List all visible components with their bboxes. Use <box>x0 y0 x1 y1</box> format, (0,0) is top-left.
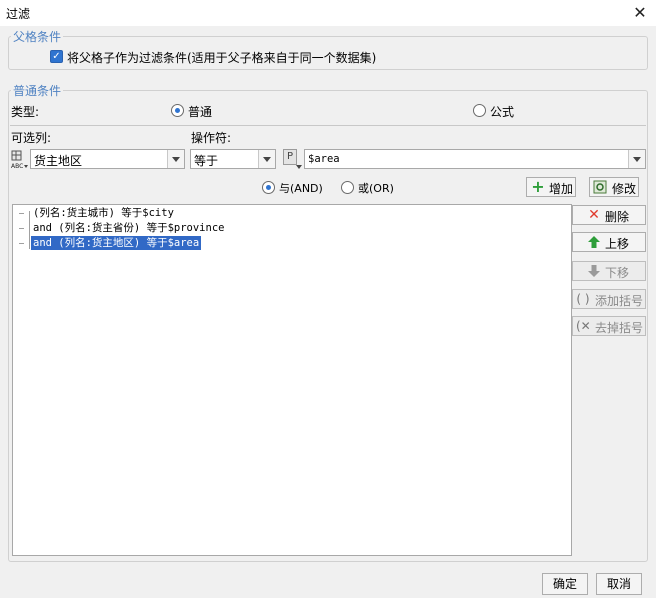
condition-list[interactable]: (列名:货主城市) 等于$city and (列名:货主省份) 等于$provi… <box>12 204 572 556</box>
parent-filter-checkbox-label: 将父格子作为过滤条件(适用于父子格来自于同一个数据集) <box>67 51 377 65</box>
normal-condition-legend: 普通条件 <box>11 82 64 99</box>
cancel-button[interactable]: 取消 <box>596 573 642 595</box>
radio-and[interactable] <box>262 181 275 194</box>
arrow-up-icon <box>587 235 601 249</box>
radio-formula[interactable] <box>473 104 486 117</box>
svg-text:ABC: ABC <box>11 163 23 170</box>
move-down-button[interactable]: 下移 <box>572 261 646 281</box>
delete-button-label: 删除 <box>605 210 630 224</box>
parent-condition-legend: 父格条件 <box>11 28 64 45</box>
delete-button[interactable]: ✕ 删除 <box>572 205 646 225</box>
move-up-button-label: 上移 <box>605 237 630 251</box>
radio-normal-label: 普通 <box>188 105 213 119</box>
ok-button[interactable]: 确定 <box>542 573 588 595</box>
condition-row[interactable]: and (列名:货主省份) 等于$province <box>33 221 224 235</box>
move-down-button-label: 下移 <box>605 266 630 280</box>
chevron-down-icon <box>167 150 184 168</box>
condition-row[interactable]: (列名:货主城市) 等于$city <box>33 206 174 220</box>
add-button[interactable]: + 增加 <box>526 177 576 197</box>
remove-parentheses-icon: (✕ <box>576 319 591 333</box>
radio-normal[interactable] <box>171 104 184 117</box>
parentheses-icon: ( ) <box>576 292 590 306</box>
radio-or[interactable] <box>341 181 354 194</box>
remove-paren-button[interactable]: (✕ 去掉括号 <box>572 316 646 336</box>
arrow-down-icon <box>587 264 601 278</box>
gear-icon <box>593 180 607 194</box>
tree-line <box>19 228 24 229</box>
remove-paren-button-label: 去掉括号 <box>595 321 644 335</box>
move-up-button[interactable]: 上移 <box>572 232 646 252</box>
column-type-icon[interactable]: ABC <box>10 149 30 171</box>
modify-button-label: 修改 <box>612 182 637 196</box>
radio-and-label: 与(AND) <box>279 182 323 195</box>
value-select[interactable]: $area <box>304 149 646 169</box>
operator-select-value: 等于 <box>194 154 219 168</box>
title-bar <box>0 0 656 26</box>
radio-or-label: 或(OR) <box>358 182 394 195</box>
tree-line <box>29 211 30 249</box>
parameter-icon[interactable]: P <box>283 149 303 171</box>
operator-label: 操作符: <box>191 131 232 145</box>
tree-line <box>19 213 24 214</box>
window-title: 过滤 <box>6 7 31 21</box>
parameter-icon-box: P <box>283 149 297 165</box>
type-label: 类型: <box>11 105 40 119</box>
add-paren-button-label: 添加括号 <box>595 294 644 308</box>
chevron-down-icon <box>258 150 275 168</box>
radio-formula-label: 公式 <box>490 105 515 119</box>
column-label: 可选列: <box>11 131 52 145</box>
operator-select[interactable]: 等于 <box>190 149 276 169</box>
value-select-text: $area <box>308 153 340 165</box>
plus-icon: + <box>531 177 545 196</box>
condition-row-selected[interactable]: and (列名:货主地区) 等于$area <box>31 236 202 250</box>
add-button-label: 增加 <box>549 182 574 196</box>
delete-x-icon: ✕ <box>588 207 600 223</box>
column-select-value: 货主地区 <box>34 154 83 168</box>
divider <box>10 125 646 126</box>
tree-line <box>19 243 24 244</box>
chevron-down-icon <box>628 150 645 168</box>
parent-filter-checkbox[interactable]: ✓ <box>50 50 63 63</box>
add-paren-button[interactable]: ( ) 添加括号 <box>572 289 646 309</box>
column-select[interactable]: 货主地区 <box>30 149 185 169</box>
close-icon[interactable]: ✕ <box>630 3 650 23</box>
modify-button[interactable]: 修改 <box>589 177 639 197</box>
